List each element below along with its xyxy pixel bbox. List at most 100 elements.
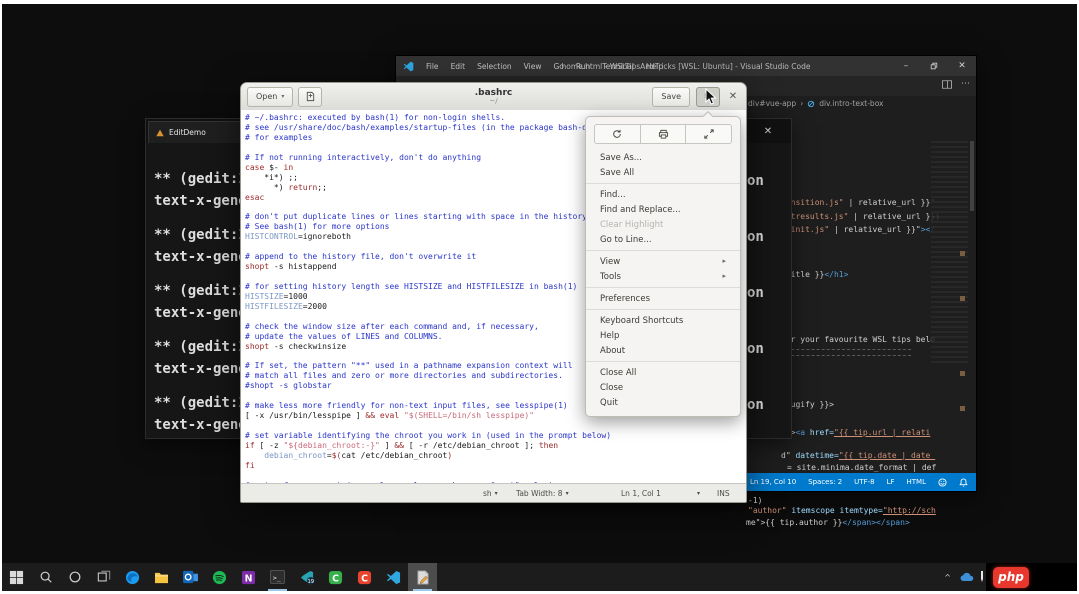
editor-scrollbar[interactable] [970,141,974,211]
menu-item-go-to-line[interactable]: Go to Line... [586,232,740,247]
taskbar-onenote-icon[interactable]: N [234,563,263,591]
language-selector[interactable]: sh▾ [483,484,498,502]
running-indicator [268,589,287,591]
svg-text:C: C [332,573,339,584]
close-icon[interactable]: ✕ [948,56,976,76]
menu-item-help[interactable]: Help [586,328,740,343]
split-editor-icon[interactable] [942,80,952,89]
menu-item-save-all[interactable]: Save All [586,165,740,180]
menu-item-keyboard-shortcuts[interactable]: Keyboard Shortcuts [586,313,740,328]
terminal-text-fragment: on [747,285,764,301]
minimap[interactable] [931,141,968,366]
menu-go[interactable]: Go [547,62,569,71]
menu-view[interactable]: View [518,62,548,71]
menu-help[interactable]: Help [640,62,669,71]
gedit-headerbar[interactable]: Open▾ .bashrc ~/ Save ≡ ✕ [241,83,746,111]
taskbar-search-icon[interactable] [31,563,60,591]
status-utf-8[interactable]: UTF-8 [854,478,874,486]
comment-dash-line [781,349,911,350]
tab-width-selector[interactable]: Tab Width: 8▾ [516,484,569,502]
chevron-down-icon: ▾ [281,93,284,100]
menu-item-quit[interactable]: Quit [586,395,740,410]
taskbar-spotify-icon[interactable] [205,563,234,591]
taskbar-vscode-icon[interactable] [379,563,408,591]
taskbar-cortana-icon[interactable] [60,563,89,591]
terminal-tab-label: EditDemo [169,128,206,137]
taskbar-start-icon[interactable] [2,563,31,591]
svg-text:C: C [361,573,368,584]
svg-text:19: 19 [307,578,314,584]
vscode-logo-icon [403,61,414,72]
status-ln-19-col-10[interactable]: Ln 19, Col 10 [750,478,796,486]
terminal-tab[interactable]: EditDemo [148,121,253,143]
code-fragment: ueinit.js" | relative_url }}"></ [781,225,935,234]
chevron-down-icon: ▾ [495,490,498,497]
menu-selection[interactable]: Selection [471,62,518,71]
taskbar-camtasia-icon[interactable]: C [321,563,350,591]
menu-terminal[interactable]: Terminal [596,62,640,71]
vscode-titlebar[interactable]: FileEditSelectionViewGoRunTerminalHelp h… [396,56,976,76]
taskbar-edge-icon[interactable] [118,563,147,591]
screen: FileEditSelectionViewGoRunTerminalHelp h… [0,0,1079,594]
menu-item-find-and-replace[interactable]: Find and Replace... [586,202,740,217]
menu-run[interactable]: Run [570,62,596,71]
taskbar-file-explorer-icon[interactable] [147,563,176,591]
menu-item-tools[interactable]: Tools▸ [586,269,740,284]
taskbar-outlook-icon[interactable] [176,563,205,591]
menu-item-about[interactable]: About [586,343,740,358]
open-button[interactable]: Open▾ [247,87,293,107]
gedit-menu-popover: Save As...Save All Find...Find and Replac… [585,116,741,417]
symbol-icon [807,100,815,108]
gedit-close-icon[interactable]: ✕ [726,91,740,102]
minimize-icon[interactable]: – [892,56,920,76]
pen-icon[interactable] [978,571,986,583]
terminal-close-icon[interactable]: ✕ [745,119,791,143]
notifications-bell-icon[interactable] [959,478,968,487]
menu-item-preferences[interactable]: Preferences [586,291,740,306]
terminal-text-line: text-x-gene [154,417,247,433]
terminal-text-line: ** (gedit:1 [154,339,247,355]
minimap-marker [960,296,965,301]
terminal-text-fragment: on [747,229,764,245]
reload-icon[interactable] [595,125,641,143]
chevron-down-icon[interactable]: ▾ [697,484,700,502]
save-button[interactable]: Save [652,87,690,107]
taskbar-terminal-icon[interactable]: >_ [263,563,292,591]
feedback-icon[interactable] [938,478,947,487]
taskbar-visual-studio-icon[interactable]: 19 [292,563,321,591]
mouse-cursor [705,88,718,106]
breadcrumb-item[interactable]: div#vue-app [748,99,796,108]
code-fragment: -1) [748,496,762,505]
menu-item-save-as[interactable]: Save As... [586,150,740,165]
new-document-button[interactable] [298,87,322,107]
code-fragment: d" datetime="{{ tip.date | date_ [781,451,935,460]
menu-separator [586,183,740,184]
menu-item-view[interactable]: View▸ [586,254,740,269]
onedrive-cloud-icon[interactable] [960,572,974,582]
menu-item-close[interactable]: Close [586,380,740,395]
terminal-text-line: ** (gedit:1 [154,227,247,243]
print-icon[interactable] [641,125,687,143]
minimap-marker [960,251,965,256]
taskbar-task-view-icon[interactable] [89,563,118,591]
breadcrumb-item[interactable]: div.intro-text-box [819,99,883,108]
status-html[interactable]: HTML [907,478,926,486]
more-actions-icon[interactable]: ⋯ [961,79,970,89]
status-lf[interactable]: LF [887,478,895,486]
terminal-text-line: text-x-gene [154,305,247,321]
taskbar-camtasia-recorder-icon[interactable]: C [350,563,379,591]
terminal-text-line: ** (gedit:1 [154,395,247,411]
tray-chevron-icon[interactable]: ^ [939,573,956,582]
terminal-text-line: text-x-gene [154,249,247,265]
menu-item-close-all[interactable]: Close All [586,365,740,380]
warning-triangle-icon [156,129,164,137]
code-fragment: "author" itemscope itemtype="http://sch [748,506,936,515]
menu-item-find[interactable]: Find... [586,187,740,202]
fullscreen-icon[interactable] [686,125,731,143]
taskbar-gedit-icon[interactable] [408,563,437,591]
menu-file[interactable]: File [420,62,445,71]
status-spaces-2[interactable]: Spaces: 2 [808,478,842,486]
restore-icon[interactable] [920,56,948,76]
breadcrumb[interactable]: div#vue-app›div.intro-text-box [748,97,883,110]
menu-edit[interactable]: Edit [445,62,472,71]
